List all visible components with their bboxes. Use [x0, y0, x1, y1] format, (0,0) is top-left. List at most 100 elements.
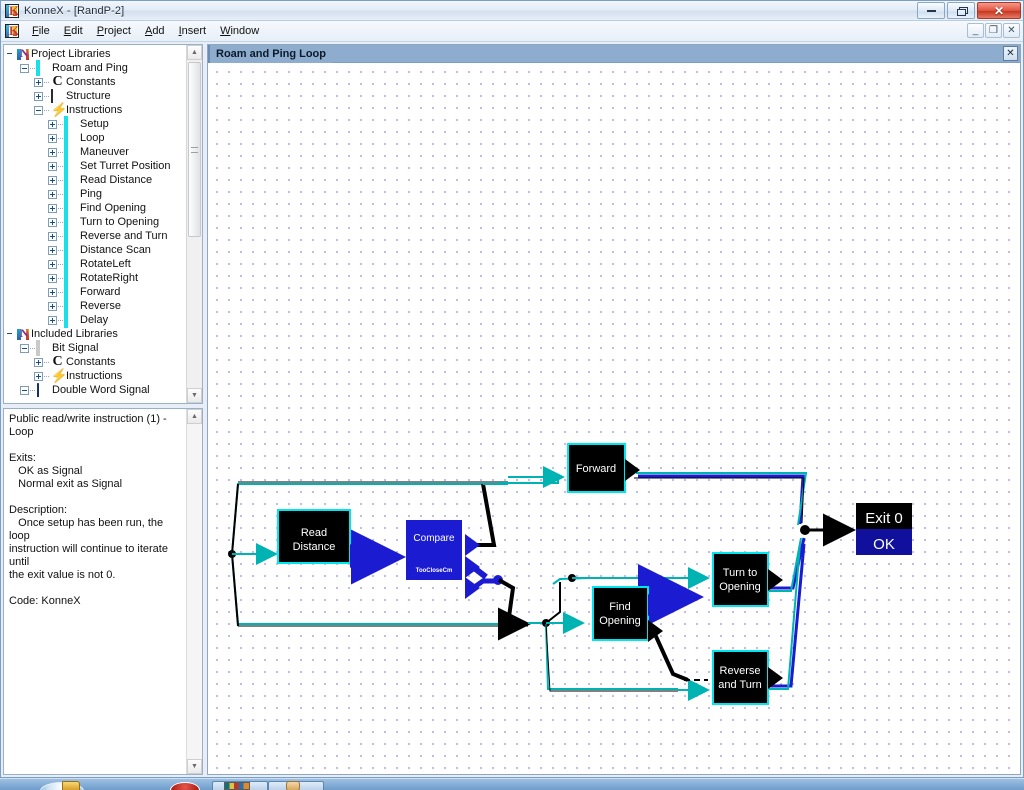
tree-connector — [58, 151, 63, 153]
tree-connector — [30, 389, 35, 391]
expand-plus-icon[interactable] — [48, 259, 57, 269]
black-ball-icon — [65, 286, 78, 299]
menu-bar: FileEditProjectAddInsertWindow _ ❐ ✕ — [1, 21, 1023, 42]
block-turn-to-opening[interactable]: Turn to Opening — [712, 552, 783, 607]
tree-item-delay[interactable]: Delay — [6, 313, 185, 327]
tree-connector — [44, 375, 49, 377]
app-icon[interactable] — [286, 781, 300, 790]
tree-item-reverse[interactable]: Reverse — [6, 299, 185, 313]
expand-plus-icon[interactable] — [48, 315, 57, 325]
description-scrollbar[interactable]: ▲ ▼ — [186, 409, 202, 774]
tree-item-roam-and-ping[interactable]: Roam and Ping — [6, 61, 185, 75]
tree-scroll-up-button[interactable]: ▲ — [187, 45, 202, 60]
expand-plus-icon[interactable] — [34, 371, 43, 381]
tree-item-double-word-signal[interactable]: Double Word Signal — [6, 382, 185, 397]
expand-plus-icon[interactable] — [48, 161, 57, 171]
description-scroll-up-button[interactable]: ▲ — [187, 409, 202, 424]
expand-plus-icon[interactable] — [48, 147, 57, 157]
collapse-minus-icon[interactable] — [34, 105, 43, 115]
tree-item-structure[interactable]: Structure — [6, 88, 185, 103]
tree-item-find-opening[interactable]: Find Opening — [6, 201, 185, 215]
black-ball-icon — [65, 244, 78, 257]
expand-plus-icon[interactable] — [34, 77, 43, 87]
konnex-icon[interactable] — [224, 782, 250, 790]
taskbar[interactable] — [0, 778, 1024, 790]
restore-button[interactable] — [947, 2, 975, 19]
explorer-icon[interactable] — [62, 781, 80, 790]
tree-item-maneuver[interactable]: Maneuver — [6, 145, 185, 159]
tree-item-setup[interactable]: Setup — [6, 117, 185, 131]
block-forward[interactable]: Forward — [567, 443, 640, 493]
expand-plus-icon[interactable] — [48, 287, 57, 297]
menu-item-file[interactable]: File — [25, 23, 57, 39]
block-compare[interactable]: Compare TooCloseCm — [406, 520, 480, 599]
tree-item-set-turret-position[interactable]: Set Turret Position — [6, 159, 185, 173]
diagram-svg: Read Distance Compare TooCloseCm Forward… — [228, 443, 912, 705]
tree-item-forward[interactable]: Forward — [6, 285, 185, 299]
tree-scroll-down-button[interactable]: ▼ — [187, 388, 202, 403]
tree-item-label: Set Turret Position — [80, 160, 171, 172]
collapse-minus-icon[interactable] — [20, 385, 29, 395]
tree-item-constants[interactable]: C Constants — [6, 354, 185, 369]
black-ball-icon — [65, 160, 78, 173]
ie-icon[interactable] — [170, 782, 200, 790]
close-icon: ✕ — [1006, 47, 1015, 59]
mdi-restore-button[interactable]: ❐ — [985, 23, 1002, 38]
menu-item-insert[interactable]: Insert — [172, 23, 214, 39]
tree-item-instructions[interactable]: ⚡ Instructions — [6, 369, 185, 383]
minimize-button[interactable] — [917, 2, 945, 19]
expand-plus-icon[interactable] — [48, 217, 57, 227]
collapse-minus-icon[interactable] — [20, 343, 29, 353]
mdi-minimize-button[interactable]: _ — [967, 23, 984, 38]
expand-plus-icon[interactable] — [48, 189, 57, 199]
menu-item-project[interactable]: Project — [90, 23, 138, 39]
bolt-icon: ⚡ — [51, 101, 68, 117]
close-button[interactable]: ✕ — [977, 2, 1021, 19]
tree-item-turn-to-opening[interactable]: Turn to Opening — [6, 215, 185, 229]
tree-item-included-libraries[interactable]: Included Libraries — [6, 326, 185, 341]
expand-plus-icon[interactable] — [34, 91, 43, 101]
tree-item-constants[interactable]: C Constants — [6, 74, 185, 89]
mdi-close-button[interactable]: ✕ — [1003, 23, 1020, 38]
expand-plus-icon[interactable] — [48, 119, 57, 129]
tab-roam-and-ping-loop[interactable]: Roam and Ping Loop — [208, 44, 332, 63]
tree-item-read-distance[interactable]: Read Distance — [6, 173, 185, 187]
black-ball-icon — [65, 132, 78, 145]
expand-plus-icon[interactable] — [48, 203, 57, 213]
svg-text:Compare: Compare — [413, 533, 455, 544]
tree-item-reverse-and-turn[interactable]: Reverse and Turn — [6, 229, 185, 243]
document-close-button[interactable]: ✕ — [1003, 46, 1018, 61]
expand-plus-icon[interactable] — [48, 273, 57, 283]
description-scroll-down-button[interactable]: ▼ — [187, 759, 202, 774]
tree-item-label: Project Libraries — [31, 48, 111, 60]
expand-plus-icon[interactable] — [48, 133, 57, 143]
black-ball-icon — [65, 146, 78, 159]
tree-item-bit-signal[interactable]: Bit Signal — [6, 341, 185, 355]
expand-plus-icon[interactable] — [48, 175, 57, 185]
collapse-minus-icon[interactable] — [20, 63, 29, 73]
tree-item-instructions[interactable]: ⚡ Instructions — [6, 103, 185, 117]
menu-item-window[interactable]: Window — [213, 23, 266, 39]
expand-plus-icon[interactable] — [48, 231, 57, 241]
menu-item-add[interactable]: Add — [138, 23, 172, 39]
block-reverse-and-turn[interactable]: Reverse and Turn — [712, 650, 783, 705]
block-read-distance[interactable]: Read Distance — [277, 509, 366, 568]
tree-item-distance-scan[interactable]: Distance Scan — [6, 243, 185, 257]
project-libraries-tree[interactable]: Project LibrariesRoam and PingCConstants… — [4, 45, 185, 403]
block-find-opening[interactable]: Find Opening — [592, 586, 663, 642]
expand-plus-icon[interactable] — [48, 301, 57, 311]
menu-item-edit[interactable]: Edit — [57, 23, 90, 39]
tree-item-rotateright[interactable]: RotateRight — [6, 271, 185, 285]
structure-icon — [51, 88, 64, 103]
expand-plus-icon[interactable] — [34, 357, 43, 367]
tree-item-ping[interactable]: Ping — [6, 187, 185, 201]
tree-item-loop[interactable]: Loop — [6, 131, 185, 145]
tree-item-rotateleft[interactable]: RotateLeft — [6, 257, 185, 271]
tree-item-project-libraries[interactable]: Project Libraries — [6, 46, 185, 61]
diagram-canvas[interactable]: Read Distance Compare TooCloseCm Forward… — [208, 64, 1020, 774]
tree-scroll-thumb[interactable] — [188, 62, 201, 237]
block-exit-0[interactable]: Exit 0 OK — [856, 503, 912, 555]
tree-scrollbar[interactable]: ▲ ▼ — [186, 45, 202, 403]
expand-plus-icon[interactable] — [48, 245, 57, 255]
body-area: Project LibrariesRoam and PingCConstants… — [1, 42, 1023, 777]
